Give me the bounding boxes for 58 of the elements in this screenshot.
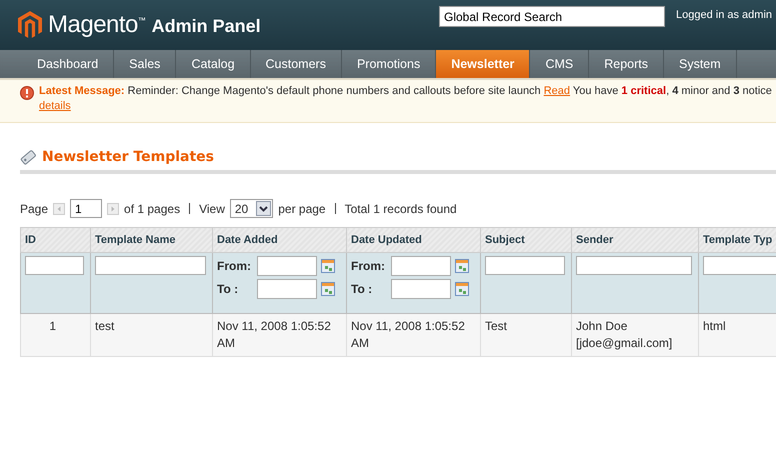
page-count: of 1 pages [124, 202, 180, 216]
from-label: From: [217, 259, 252, 273]
alert-icon [20, 86, 34, 100]
calendar-icon[interactable] [321, 259, 335, 273]
calendar-icon[interactable] [455, 259, 469, 273]
per-page-select[interactable]: 20 [230, 199, 274, 218]
nav-tab[interactable]: CMS [530, 50, 590, 78]
nav-tab[interactable]: Reports [589, 50, 664, 78]
calendar-icon[interactable] [321, 282, 335, 296]
column-header[interactable]: Date Updated [346, 228, 480, 252]
previous-page-icon[interactable] [53, 202, 66, 214]
filter-field[interactable] [95, 256, 206, 275]
column-header[interactable]: ID [20, 228, 90, 252]
page-field[interactable]: 1 [70, 199, 102, 218]
table-cell: Nov 11, 2008 1:05:52 AM [217, 319, 331, 350]
table-cell: test [95, 319, 114, 333]
table-cell: Nov 11, 2008 1:05:52 AM [351, 319, 465, 350]
page-title: Newsletter Templates [42, 149, 214, 165]
table-cell: html [703, 319, 726, 333]
to-label: To : [217, 282, 240, 296]
view-label: View [199, 202, 225, 216]
nav-tab[interactable]: Dashboard [22, 50, 114, 78]
date-to-field[interactable] [257, 279, 317, 299]
latest-message: Latest Message: Reminder: Change Magento's default phone numbers and callouts before site launch Read You have 1 critical, 4 minor and 3 notice [39, 85, 772, 97]
column-header[interactable]: Template Typ [698, 228, 776, 252]
column-header[interactable]: Sender [572, 228, 698, 252]
logo-icon [18, 10, 42, 40]
filter-field[interactable] [703, 256, 776, 275]
nav-tab[interactable]: Customers [250, 50, 342, 78]
search-field[interactable]: Global Record Search [439, 6, 665, 27]
date-from-field[interactable] [257, 256, 317, 276]
nav-tab[interactable]: Sales [114, 50, 176, 78]
table-cell: John Doe [jdoe@gmail.com] [576, 319, 672, 350]
to-label: To : [351, 282, 374, 296]
column-header[interactable]: Subject [480, 228, 572, 252]
records-count: Total 1 records found [344, 202, 457, 216]
filter-field[interactable] [25, 256, 84, 275]
caret-icon[interactable] [256, 201, 272, 216]
date-to-field[interactable] [391, 279, 451, 299]
nav-tab[interactable]: System [664, 50, 737, 78]
nav-tab[interactable]: Newsletter [436, 50, 530, 78]
column-header[interactable]: Date Added [212, 228, 346, 252]
per-page-label: per page [278, 202, 326, 216]
filter-field[interactable] [485, 256, 565, 275]
filter-field[interactable] [576, 256, 692, 275]
table-cell: 1 [49, 319, 56, 333]
from-label: From: [351, 259, 386, 273]
date-from-field[interactable] [391, 256, 451, 276]
read-link[interactable]: Read [544, 85, 570, 97]
calendar-icon[interactable] [455, 282, 469, 296]
page-label: Page [20, 202, 48, 216]
nav-tab[interactable]: Catalog [176, 50, 251, 78]
column-header[interactable]: Template Name [90, 228, 212, 252]
user-status: Logged in as admin [676, 9, 772, 21]
table-cell: Test [485, 319, 508, 333]
next-page-icon[interactable] [107, 202, 120, 214]
details-link[interactable]: details [39, 100, 71, 112]
logo-text: Magento$^{™}$ Admin Panel [48, 11, 261, 39]
